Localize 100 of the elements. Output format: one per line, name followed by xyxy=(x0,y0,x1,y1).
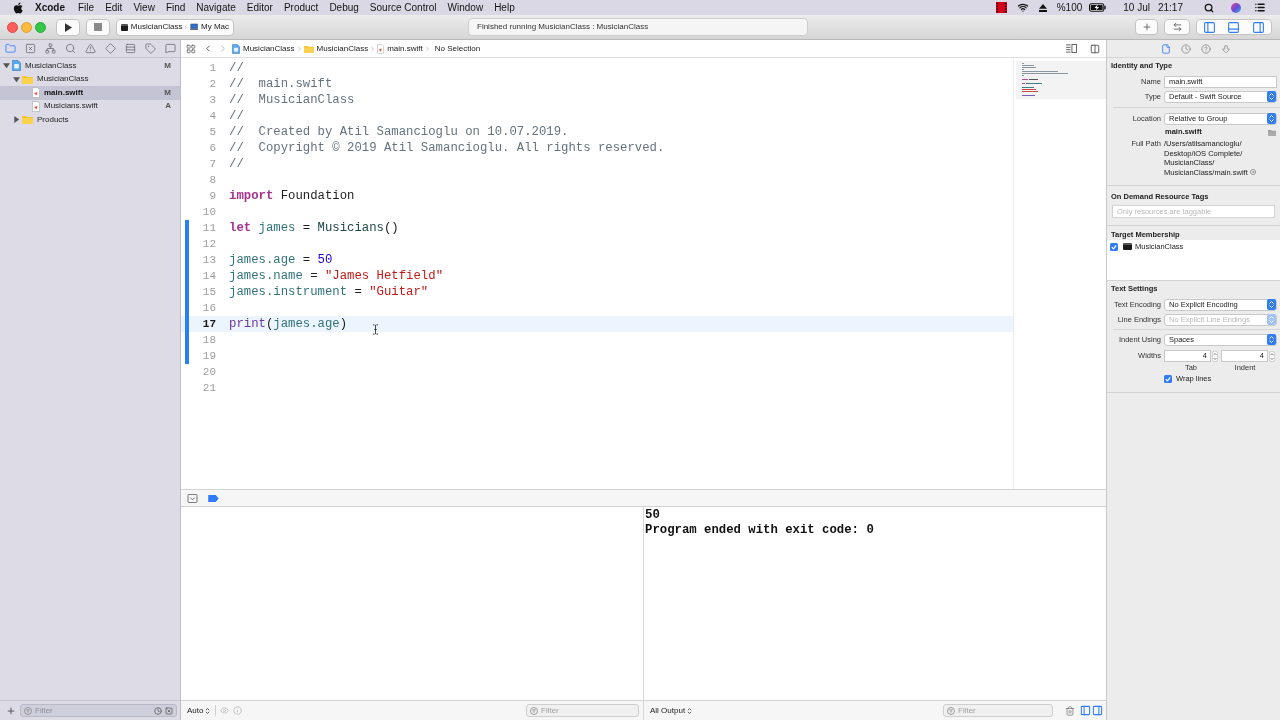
right-panel-icon[interactable] xyxy=(1252,20,1266,34)
code-line: // main.swift xyxy=(229,75,333,93)
tag-icon[interactable] xyxy=(144,43,156,54)
line-number: 12 xyxy=(201,236,216,252)
plus-icon xyxy=(1141,22,1152,32)
line-number: 1 xyxy=(208,60,216,76)
disclosure-triangle-icon[interactable] xyxy=(2,62,10,70)
x-square-icon[interactable] xyxy=(24,43,36,54)
up-down-arrows-icon[interactable] xyxy=(687,706,693,715)
wifi-icon[interactable] xyxy=(1016,2,1029,13)
orb-icon[interactable] xyxy=(1231,2,1241,13)
arrow-down-icon[interactable] xyxy=(1220,43,1231,54)
disclosure-triangle-icon[interactable] xyxy=(12,75,20,83)
navigator-item[interactable]: main.swift M xyxy=(0,86,180,100)
battery-icon[interactable] xyxy=(1089,3,1107,12)
split-editor-icon[interactable] xyxy=(1090,43,1100,54)
menu-item[interactable]: Find xyxy=(165,0,186,15)
window-close-button[interactable] xyxy=(7,21,18,33)
document-icon[interactable] xyxy=(1160,43,1171,54)
up-down-arrows-icon xyxy=(1267,334,1276,345)
film-strip-icon[interactable] xyxy=(995,2,1007,13)
trash-icon[interactable] xyxy=(1065,705,1075,716)
left-panel-icon[interactable] xyxy=(1202,20,1216,34)
folder-icon xyxy=(22,115,33,125)
apple-icon[interactable] xyxy=(13,1,23,14)
speech-bubble-icon[interactable] xyxy=(164,43,176,54)
menu-item[interactable]: View xyxy=(133,0,155,15)
menu-item[interactable]: Debug xyxy=(329,0,359,15)
navigator-item[interactable]: Musicians.swift A xyxy=(0,99,180,113)
clock-icon[interactable] xyxy=(154,706,162,715)
code-line: // xyxy=(229,155,244,173)
plus-icon[interactable] xyxy=(6,705,16,716)
menu-item[interactable]: Editor xyxy=(246,0,273,15)
code-line: james.instrument = "Guitar" xyxy=(229,283,429,301)
warning-icon[interactable] xyxy=(84,43,96,54)
menu-item[interactable]: Xcode xyxy=(35,0,65,15)
stepper-icon[interactable] xyxy=(1212,350,1218,362)
text-lines-icon[interactable] xyxy=(1066,44,1077,53)
line-number: 15 xyxy=(201,284,216,300)
navigator-item[interactable]: MusicianClass M xyxy=(0,59,180,73)
code-line: james.name = "James Hetfield" xyxy=(229,267,443,285)
right-panel-icon[interactable] xyxy=(1092,705,1103,716)
bottom-panel-icon[interactable] xyxy=(1227,20,1241,34)
source-control-status: A xyxy=(165,100,171,113)
left-panel-icon[interactable] xyxy=(1080,705,1091,716)
time-label[interactable]: 21:17 xyxy=(1157,0,1183,15)
stop-icon xyxy=(94,23,102,31)
collapse-panel-icon[interactable] xyxy=(187,493,198,503)
breadcrumb[interactable]: No Selection xyxy=(434,42,481,55)
line-number: 11 xyxy=(201,220,216,236)
help-icon[interactable] xyxy=(1200,43,1211,54)
menu-item[interactable]: File xyxy=(78,0,95,15)
arrow-circle-icon[interactable] xyxy=(1249,169,1256,175)
menu-item[interactable]: Product xyxy=(283,0,319,15)
folder-icon[interactable] xyxy=(1268,128,1276,136)
menu-item[interactable]: Help xyxy=(494,0,515,15)
breadcrumb[interactable]: MusicianClass xyxy=(243,42,295,55)
line-number: 14 xyxy=(201,268,216,284)
clock-icon[interactable] xyxy=(1180,43,1191,54)
checkbox[interactable] xyxy=(1110,242,1118,251)
menu-item[interactable]: Edit xyxy=(105,0,123,15)
menu-item[interactable]: Window xyxy=(447,0,484,15)
folder-icon[interactable] xyxy=(4,43,16,54)
hierarchy-icon[interactable] xyxy=(44,43,56,54)
menu-item[interactable]: Source Control xyxy=(369,0,437,15)
code-line: james.age = 50 xyxy=(229,251,333,269)
menu-item[interactable]: Navigate xyxy=(196,0,236,15)
disclosure-triangle-icon[interactable] xyxy=(12,116,20,124)
tag-icon[interactable] xyxy=(208,494,219,502)
stepper-icon[interactable] xyxy=(1269,350,1275,362)
scope-selector[interactable]: Auto xyxy=(187,704,204,717)
line-number: 10 xyxy=(201,204,216,220)
window-zoom-button[interactable] xyxy=(35,21,46,33)
battery-percentage: %100 xyxy=(1056,1,1083,15)
grid-icon[interactable] xyxy=(186,43,196,54)
line-number: 18 xyxy=(201,332,216,348)
code-review-button[interactable] xyxy=(1164,19,1190,35)
stop-button[interactable] xyxy=(86,18,110,36)
up-down-arrows-icon xyxy=(1267,314,1276,325)
date-label[interactable]: 10 Jul xyxy=(1123,0,1150,15)
diamond-icon[interactable] xyxy=(104,43,116,54)
line-number: 6 xyxy=(208,140,216,156)
navigator-item[interactable]: Products xyxy=(0,113,180,127)
up-down-arrows-icon[interactable] xyxy=(205,706,211,715)
eject-icon[interactable] xyxy=(1038,3,1047,12)
output-selector[interactable]: All Output xyxy=(650,704,686,717)
back-icon[interactable] xyxy=(203,43,213,54)
breadcrumb[interactable]: main.swift xyxy=(387,42,423,55)
navigator-item[interactable]: MusicianClass xyxy=(0,72,180,86)
list-icon[interactable] xyxy=(1254,2,1266,13)
window-minimize-button[interactable] xyxy=(21,21,32,33)
x-square-icon[interactable] xyxy=(165,706,173,715)
add-library-button[interactable] xyxy=(1135,19,1158,35)
search-icon[interactable] xyxy=(1204,2,1214,13)
play-icon xyxy=(64,22,72,32)
breadcrumb[interactable]: MusicianClass xyxy=(316,42,369,55)
rows-icon[interactable] xyxy=(124,43,136,54)
scheme-selector[interactable]: MusicianClass My Mac xyxy=(116,18,234,36)
run-button[interactable] xyxy=(56,18,80,36)
checkbox[interactable] xyxy=(1164,375,1172,383)
